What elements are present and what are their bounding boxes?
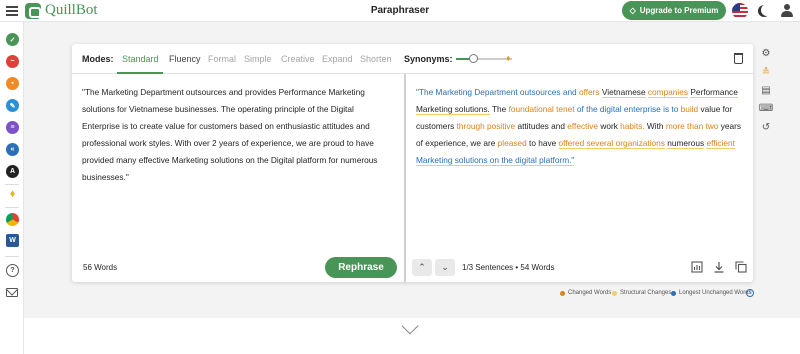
grammar-checker-icon[interactable]: ✓	[6, 33, 19, 46]
diamond-icon: ◇	[629, 6, 636, 15]
output-segment[interactable]: offered several organizations	[558, 138, 665, 149]
comments-icon[interactable]: ▤	[760, 84, 772, 96]
output-segment[interactable]: effective	[567, 121, 598, 131]
synonyms-slider-knob[interactable]	[468, 54, 478, 63]
output-segment[interactable]: Vietnamese	[601, 87, 646, 98]
output-segment: work	[598, 121, 621, 131]
output-segment[interactable]: foundational tenet	[509, 104, 575, 114]
sentence-count: 1/3 Sentences	[462, 263, 514, 272]
download-icon[interactable]	[713, 261, 725, 273]
modes-label: Modes:	[82, 54, 114, 64]
statistics-icon[interactable]	[691, 261, 703, 273]
info-icon[interactable]: i	[746, 289, 754, 297]
rephrase-button[interactable]: Rephrase	[325, 257, 397, 278]
mode-formal[interactable]: Formal	[208, 54, 236, 64]
legend-structural: Structural Changes	[612, 290, 671, 296]
modes-bar: Modes: Standard Fluency Formal Simple Cr…	[72, 44, 753, 74]
upgrade-label: Upgrade to Premium	[639, 6, 719, 15]
language-flag-icon[interactable]	[732, 3, 748, 19]
output-segment[interactable]: offers	[579, 87, 600, 97]
citation-generator-icon[interactable]: «	[6, 143, 19, 156]
plagiarism-checker-icon[interactable]: ~	[6, 55, 19, 68]
changed-dot	[560, 290, 565, 296]
synonyms-premium-icon: ♦	[506, 53, 511, 63]
mode-creative[interactable]: Creative	[281, 54, 315, 64]
panel-divider[interactable]	[404, 74, 406, 282]
mode-expand[interactable]: Expand	[322, 54, 353, 64]
longest-dot	[671, 290, 676, 296]
output-text[interactable]: "The Marketing Department outsources and…	[416, 84, 746, 169]
output-segment[interactable]: through positive	[457, 121, 516, 131]
output-segment: With	[644, 121, 666, 131]
output-segment[interactable]: Marketing solutions on the digital platf…	[416, 155, 575, 166]
output-segment[interactable]: build	[681, 104, 699, 114]
settings-gear-icon[interactable]: ⚙	[760, 47, 772, 59]
upgrade-button[interactable]: ◇ Upgrade to Premium	[622, 1, 726, 20]
account-icon[interactable]	[780, 3, 794, 18]
translator-icon[interactable]: A	[6, 165, 19, 178]
mode-standard[interactable]: Standard	[122, 54, 159, 64]
output-segment[interactable]: numerous	[667, 138, 705, 149]
output-segment[interactable]: more than two	[666, 121, 719, 131]
tools-sidebar: ✓ ~ ▪ ✎ ≡ « A ♦ W ?	[0, 22, 24, 354]
synonyms-label: Synonyms:	[404, 54, 453, 64]
paraphraser-card: Modes: Standard Fluency Formal Simple Cr…	[72, 44, 753, 282]
input-text[interactable]: "The Marketing Department outsources and…	[82, 84, 392, 186]
chevron-down-icon: ⌄	[441, 262, 449, 272]
paraphraser-tool-icon[interactable]: ✎	[6, 99, 19, 112]
output-segment: The	[489, 104, 509, 114]
sidebar-divider	[5, 207, 19, 208]
top-bar: QuillBot Paraphraser ◇ Upgrade to Premiu…	[0, 0, 800, 22]
output-word-count: 54 Words	[520, 263, 555, 272]
previous-sentence-button[interactable]: ⌃	[412, 259, 432, 276]
word-extension-icon[interactable]: W	[6, 234, 19, 247]
legend-structural-label: Structural Changes	[620, 290, 672, 296]
ai-detector-icon[interactable]: ▪	[6, 77, 19, 90]
keyboard-icon[interactable]: ⌨	[759, 102, 773, 114]
output-segment[interactable]: companies	[647, 87, 689, 98]
output-segment[interactable]: of the digital enterprise is to	[577, 104, 678, 114]
help-icon[interactable]: ?	[6, 264, 19, 277]
output-segment[interactable]: "The Marketing Department outsources and	[416, 87, 579, 97]
sidebar-divider	[5, 256, 19, 257]
sentence-counter: 1/3 Sentences • 54 Words	[462, 263, 555, 272]
premium-icon[interactable]: ♦	[6, 187, 19, 200]
output-segment: to have	[526, 138, 559, 148]
history-icon[interactable]: ↺	[760, 121, 772, 133]
output-segment[interactable]: habits.	[620, 121, 644, 131]
copy-icon[interactable]	[735, 261, 747, 273]
legend-longest: Longest Unchanged Words	[671, 290, 752, 296]
mode-shorten[interactable]: Shorten	[360, 54, 392, 64]
chevron-up-icon: ⌃	[418, 262, 426, 272]
synonyms-slider[interactable]	[456, 54, 512, 63]
summarizer-icon[interactable]: ≡	[6, 121, 19, 134]
active-mode-indicator	[117, 72, 163, 74]
compare-modes-icon[interactable]: ≙	[760, 66, 772, 78]
output-segment[interactable]: pleased	[498, 138, 527, 148]
structural-dot	[612, 290, 617, 296]
output-segment[interactable]: efficient	[706, 138, 735, 149]
chrome-extension-icon[interactable]	[6, 213, 19, 226]
legend-changed: Changed Words	[560, 290, 611, 296]
legend-changed-label: Changed Words	[568, 290, 612, 296]
mode-fluency[interactable]: Fluency	[169, 54, 201, 64]
mode-simple[interactable]: Simple	[244, 54, 272, 64]
dark-mode-icon[interactable]	[761, 4, 773, 16]
mail-icon[interactable]	[6, 288, 18, 297]
output-segment: attitudes and	[515, 121, 568, 131]
input-word-count: 56 Words	[83, 263, 118, 272]
legend-longest-label: Longest Unchanged Words	[679, 290, 752, 296]
next-sentence-button[interactable]: ⌄	[435, 259, 455, 276]
delete-icon[interactable]	[734, 53, 743, 64]
sidebar-divider	[5, 184, 19, 185]
